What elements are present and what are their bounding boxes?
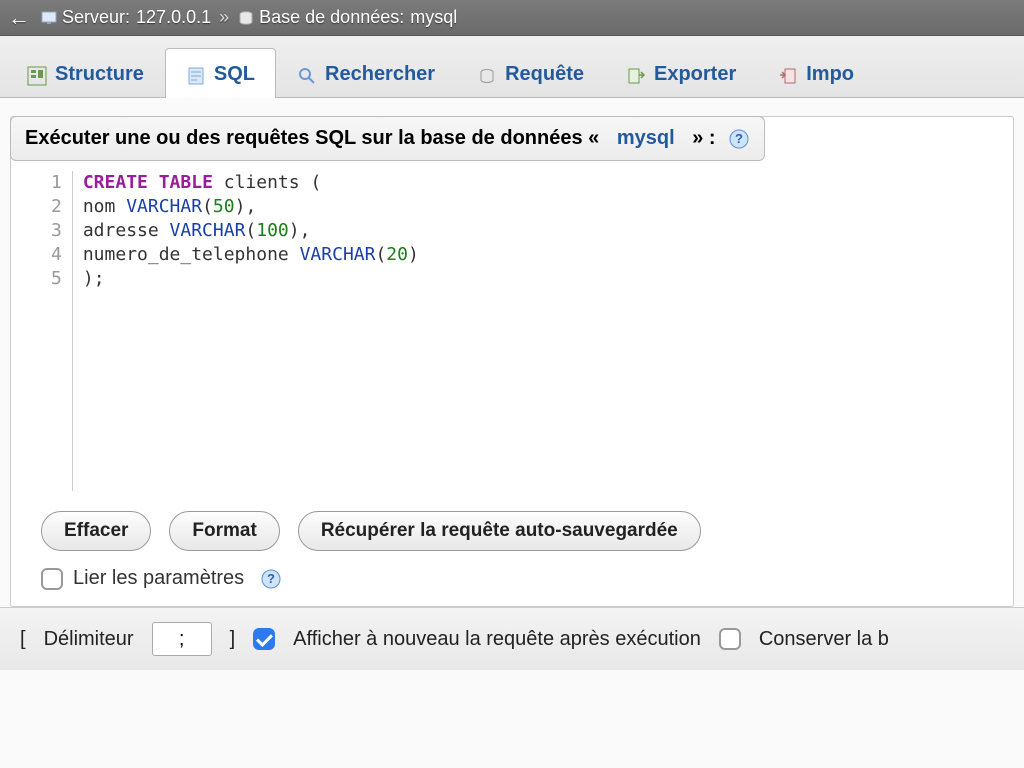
clear-button[interactable]: Effacer (41, 511, 151, 551)
keep-querybox-label: Conserver la b (759, 628, 889, 651)
panel-title-suffix: » : (692, 127, 715, 150)
sql-icon (186, 65, 206, 85)
tab-structure[interactable]: Structure (6, 48, 165, 98)
tab-label: Rechercher (325, 63, 435, 86)
svg-text:?: ? (267, 571, 275, 586)
tab-label: SQL (214, 63, 255, 86)
tab-exporter[interactable]: Exporter (605, 48, 757, 98)
show-query-again-label: Afficher à nouveau la requête après exéc… (293, 628, 701, 651)
panel-title-dblink[interactable]: mysql (617, 127, 675, 150)
delimiter-bracket-close: ] (230, 628, 236, 651)
help-icon[interactable]: ? (728, 128, 750, 150)
breadcrumb-db-label: Base de données: (259, 7, 404, 28)
bind-params-checkbox[interactable] (41, 568, 63, 590)
breadcrumb-separator: » (219, 7, 229, 28)
delimiter-bracket-open: [ (20, 628, 26, 651)
tab-requete[interactable]: Requête (456, 48, 605, 98)
breadcrumb-server-value[interactable]: 127.0.0.1 (136, 7, 211, 28)
tab-label: Structure (55, 63, 144, 86)
breadcrumb-server-label: Serveur: (62, 7, 130, 28)
structure-icon (27, 65, 47, 85)
tab-rechercher[interactable]: Rechercher (276, 48, 456, 98)
import-icon (778, 65, 798, 85)
database-icon (237, 7, 255, 28)
restore-query-button[interactable]: Récupérer la requête auto-sauvegardée (298, 511, 701, 551)
server-icon (40, 7, 58, 28)
breadcrumb-db-value[interactable]: mysql (410, 7, 457, 28)
show-query-again-checkbox[interactable] (253, 628, 275, 650)
editor-code[interactable]: CREATE TABLE clients (nom VARCHAR(50),ad… (73, 171, 429, 491)
help-icon[interactable]: ? (260, 568, 282, 590)
panel-title-prefix: Exécuter une ou des requêtes SQL sur la … (25, 127, 599, 150)
query-icon (477, 65, 497, 85)
panel-title: Exécuter une ou des requêtes SQL sur la … (10, 116, 765, 161)
tab-label: Impo (806, 63, 854, 86)
bind-params-label: Lier les paramètres (73, 567, 244, 590)
format-button[interactable]: Format (169, 511, 279, 551)
export-icon (626, 65, 646, 85)
sql-editor[interactable]: 12345 CREATE TABLE clients (nom VARCHAR(… (11, 161, 1013, 501)
tab-sql[interactable]: SQL (165, 48, 276, 98)
tab-label: Exporter (654, 63, 736, 86)
tab-label: Requête (505, 63, 584, 86)
editor-gutter: 12345 (11, 171, 73, 491)
delimiter-label: Délimiteur (44, 628, 134, 651)
search-icon (297, 65, 317, 85)
back-arrow-icon[interactable]: ← (8, 5, 30, 31)
tab-importer[interactable]: Impo (757, 48, 875, 98)
delimiter-input[interactable] (152, 622, 212, 656)
keep-querybox-checkbox[interactable] (719, 628, 741, 650)
svg-text:?: ? (735, 131, 743, 146)
